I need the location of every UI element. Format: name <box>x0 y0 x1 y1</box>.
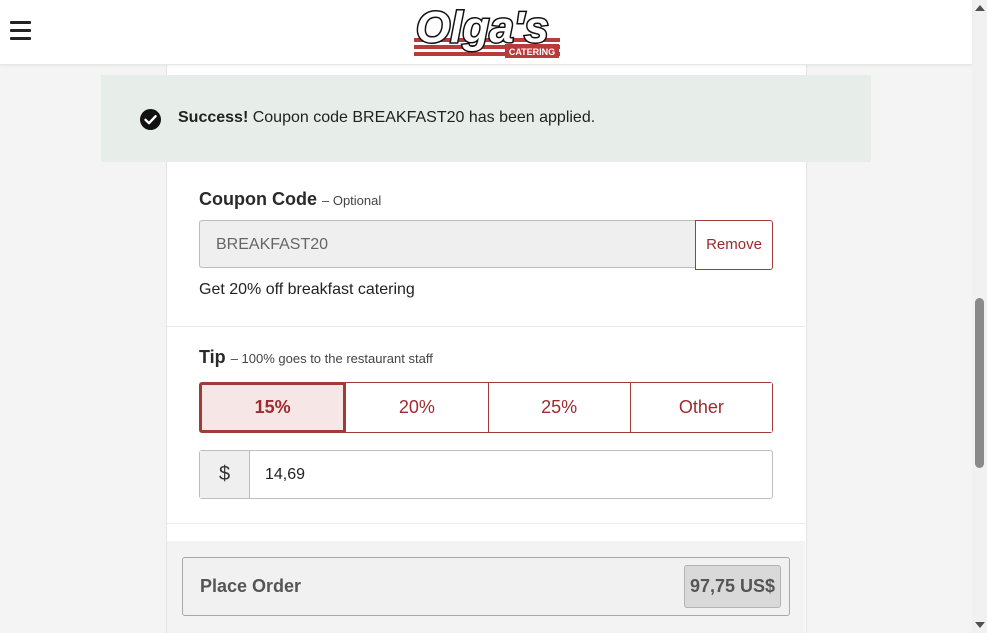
scroll-up-icon[interactable] <box>975 5 985 11</box>
site-header: CATERING Olga's <box>0 0 972 65</box>
order-total-badge: 97,75 US$ <box>684 565 781 608</box>
coupon-subtitle: – Optional <box>322 193 382 208</box>
place-order-button[interactable]: Place Order 97,75 US$ <box>182 557 790 616</box>
coupon-section-title: Coupon Code – Optional <box>199 189 381 210</box>
success-text: Coupon code BREAKFAST20 has been applied… <box>252 109 596 126</box>
tip-subtitle: – 100% goes to the restaurant staff <box>230 351 433 366</box>
svg-text:Olga's: Olga's <box>416 3 549 52</box>
tip-option-15[interactable]: 15% <box>200 383 346 432</box>
currency-prefix: $ <box>200 451 250 498</box>
tip-option-other[interactable]: Other <box>629 383 772 432</box>
coupon-title: Coupon Code <box>199 189 317 209</box>
tip-amount-field[interactable]: $ 14,69 <box>199 450 773 499</box>
page-scrollbar[interactable] <box>972 0 987 633</box>
tip-options: 15% 20% 25% Other <box>199 382 773 433</box>
success-banner: Success! Coupon code BREAKFAST20 has bee… <box>101 75 871 162</box>
place-order-label: Place Order <box>200 576 302 596</box>
coupon-code-input[interactable]: BREAKFAST20 <box>199 220 695 268</box>
success-message: Success! Coupon code BREAKFAST20 has bee… <box>178 109 595 127</box>
tip-title: Tip <box>199 347 226 367</box>
tip-option-25[interactable]: 25% <box>487 383 630 432</box>
scroll-down-icon[interactable] <box>975 622 985 628</box>
section-divider <box>167 326 805 327</box>
success-label: Success! <box>178 109 249 126</box>
remove-coupon-button[interactable]: Remove <box>695 220 773 270</box>
tip-section-title: Tip – 100% goes to the restaurant staff <box>199 347 433 368</box>
scrollbar-thumb[interactable] <box>975 298 984 468</box>
hamburger-menu-icon[interactable] <box>10 20 31 40</box>
coupon-description: Get 20% off breakfast catering <box>199 281 415 298</box>
tip-option-20[interactable]: 20% <box>345 383 488 432</box>
section-divider <box>167 523 805 524</box>
olgas-catering-logo[interactable]: CATERING Olga's <box>410 2 562 60</box>
check-circle-icon <box>140 109 161 130</box>
tip-amount-input[interactable]: 14,69 <box>265 451 305 498</box>
